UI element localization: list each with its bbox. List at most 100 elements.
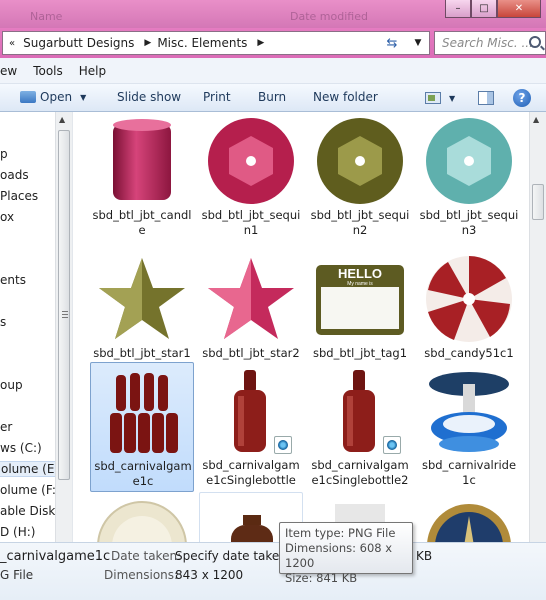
help-icon: ? (513, 89, 531, 107)
file-label: sbd_carnivalgame1c (94, 459, 192, 488)
thumbnail (424, 116, 514, 206)
tooltip-item-type: Item type: PNG File (285, 526, 396, 540)
file-label: sbd_btl_jbt_star1 (93, 346, 191, 360)
tag-subtitle-text: My name is (347, 281, 373, 287)
nav-item[interactable]: Places (0, 189, 38, 203)
maximize-button[interactable]: □ (471, 0, 497, 18)
nav-item[interactable]: oads (0, 168, 29, 182)
refresh-icon[interactable]: ⇆ (381, 32, 403, 54)
thumbnail (315, 366, 405, 456)
file-item-carnivalride[interactable]: sbd_carnivalride1c (417, 362, 521, 492)
open-icon (20, 91, 36, 103)
menu-bar: ew Tools Help (0, 58, 546, 84)
file-item-plate[interactable] (90, 492, 194, 542)
file-item-singlebottle[interactable]: sbd_carnivalgame1cSinglebottle (199, 362, 303, 492)
nav-item[interactable]: s (0, 315, 6, 329)
file-label: sbd_btl_jbt_tag1 (312, 346, 408, 360)
file-item-tag1[interactable]: HELLO My name is sbd_btl_jbt_tag1 (308, 250, 412, 362)
preview-pane-icon (478, 91, 494, 105)
file-label: sbd_btl_jbt_candle (92, 208, 192, 237)
file-item-carnivalgame1c[interactable]: sbd_carnivalgame1c (90, 362, 194, 492)
menu-view[interactable]: ew (0, 64, 25, 78)
minimize-button[interactable]: – (445, 0, 471, 18)
file-item-sequin1[interactable]: sbd_btl_jbt_sequin1 (199, 112, 303, 242)
nav-item[interactable]: ox (0, 210, 14, 224)
file-item-sequin3[interactable]: sbd_btl_jbt_sequin3 (417, 112, 521, 242)
search-input[interactable]: Search Misc. ... (434, 31, 546, 55)
file-item-star1[interactable]: sbd_btl_jbt_star1 (90, 250, 194, 362)
thumbnail (424, 254, 514, 344)
file-label: sbd_btl_jbt_sequin3 (419, 208, 519, 237)
chevron-down-icon[interactable]: ▼ (80, 93, 86, 102)
burn-button[interactable]: Burn (258, 90, 286, 104)
address-dropdown-icon[interactable]: ▼ (407, 32, 429, 54)
dimensions-label: Dimensions: (104, 568, 179, 582)
thumbnail (206, 366, 296, 456)
file-label: sbd_carnivalgame1cSinglebottle (202, 458, 300, 487)
file-scrollbar-thumb[interactable] (532, 184, 544, 220)
file-item-compass[interactable] (417, 492, 521, 542)
nav-item-selected[interactable]: olume (E:) (0, 461, 63, 477)
thumbnail (98, 367, 188, 457)
change-view-button[interactable]: ▼ (425, 92, 455, 104)
preview-pane-button[interactable] (478, 91, 494, 105)
file-item-singlebottle2[interactable]: sbd_carnivalgame1cSinglebottle2 (308, 362, 412, 492)
slideshow-button[interactable]: Slide show (117, 90, 181, 104)
breadcrumb-misc-elements[interactable]: Misc. Elements (155, 36, 253, 50)
grip-icon (62, 311, 68, 318)
nav-item[interactable]: D (H:) (0, 525, 35, 539)
file-list: sbd_btl_jbt_candle sbd_btl_jbt_sequin1 s… (78, 112, 529, 542)
tag-hello-text: HELLO (338, 266, 382, 281)
menu-tools[interactable]: Tools (25, 64, 71, 78)
file-label: sbd_carnivalride1c (421, 458, 517, 487)
date-taken-value[interactable]: Specify date taken (175, 549, 287, 563)
view-icon (425, 92, 441, 104)
file-item-sequin2[interactable]: sbd_btl_jbt_sequin2 (308, 112, 412, 242)
thumbnail (424, 496, 514, 542)
thumbnail (424, 366, 514, 456)
file-item-candle[interactable]: sbd_btl_jbt_candle (90, 112, 194, 242)
file-label: sbd_btl_jbt_sequin1 (201, 208, 301, 237)
scroll-up-icon[interactable]: ▲ (533, 115, 539, 124)
address-bar[interactable]: « Sugarbutt Designs ▶ Misc. Elements ▶ ⇆… (2, 31, 430, 55)
thumbnail (206, 116, 296, 206)
file-label: sbd_carnivalgame1cSinglebottle2 (311, 458, 409, 487)
shortcut-badge-icon (274, 436, 292, 454)
file-scrollbar[interactable]: ▲ (529, 112, 546, 542)
close-button[interactable]: ✕ (497, 0, 541, 18)
file-item-star2[interactable]: sbd_btl_jbt_star2 (199, 250, 303, 362)
menu-help[interactable]: Help (71, 64, 114, 78)
address-row: « Sugarbutt Designs ▶ Misc. Elements ▶ ⇆… (0, 28, 546, 58)
breadcrumb-arrow-icon[interactable]: ▶ (253, 38, 268, 48)
title-bar: Name Date modified – □ ✕ (0, 0, 546, 28)
thumbnail (97, 496, 187, 542)
file-label: sbd_candy51c1 (424, 346, 514, 360)
nav-item[interactable]: ents (0, 273, 26, 287)
thumbnail (97, 116, 187, 206)
new-folder-button[interactable]: New folder (313, 90, 378, 104)
breadcrumb-arrow-icon[interactable]: ▶ (140, 38, 155, 48)
file-tooltip: Item type: PNG File Dimensions: 608 x 12… (279, 522, 413, 585)
breadcrumb-sugarbutt[interactable]: Sugarbutt Designs (21, 36, 140, 50)
help-button[interactable]: ? (513, 89, 531, 107)
open-button[interactable]: Open ▼ (20, 90, 86, 104)
command-bar: Open ▼ Slide show Print Burn New folder … (0, 84, 546, 112)
nav-item[interactable]: er (0, 420, 12, 434)
thumbnail (97, 254, 187, 344)
chevron-down-icon[interactable]: ▼ (449, 94, 455, 103)
thumbnail (206, 254, 296, 344)
faded-header-date: Date modified (290, 10, 368, 23)
nav-item[interactable]: ws (C:) (0, 441, 42, 455)
print-button[interactable]: Print (203, 90, 231, 104)
thumbnail: HELLO My name is (315, 254, 405, 344)
nav-scrollbar-thumb[interactable] (58, 130, 70, 480)
nav-item[interactable]: p (0, 147, 8, 161)
nav-item[interactable]: oup (0, 378, 23, 392)
nav-scrollbar[interactable]: ▲ (55, 112, 72, 542)
scroll-up-icon[interactable]: ▲ (59, 115, 65, 124)
nav-item[interactable]: olume (F:) (0, 483, 61, 497)
tooltip-size: Size: 841 KB (285, 571, 358, 585)
chevron-left-icon[interactable]: « (3, 38, 21, 49)
file-item-candy[interactable]: sbd_candy51c1 (417, 250, 521, 362)
search-icon[interactable] (529, 36, 541, 48)
